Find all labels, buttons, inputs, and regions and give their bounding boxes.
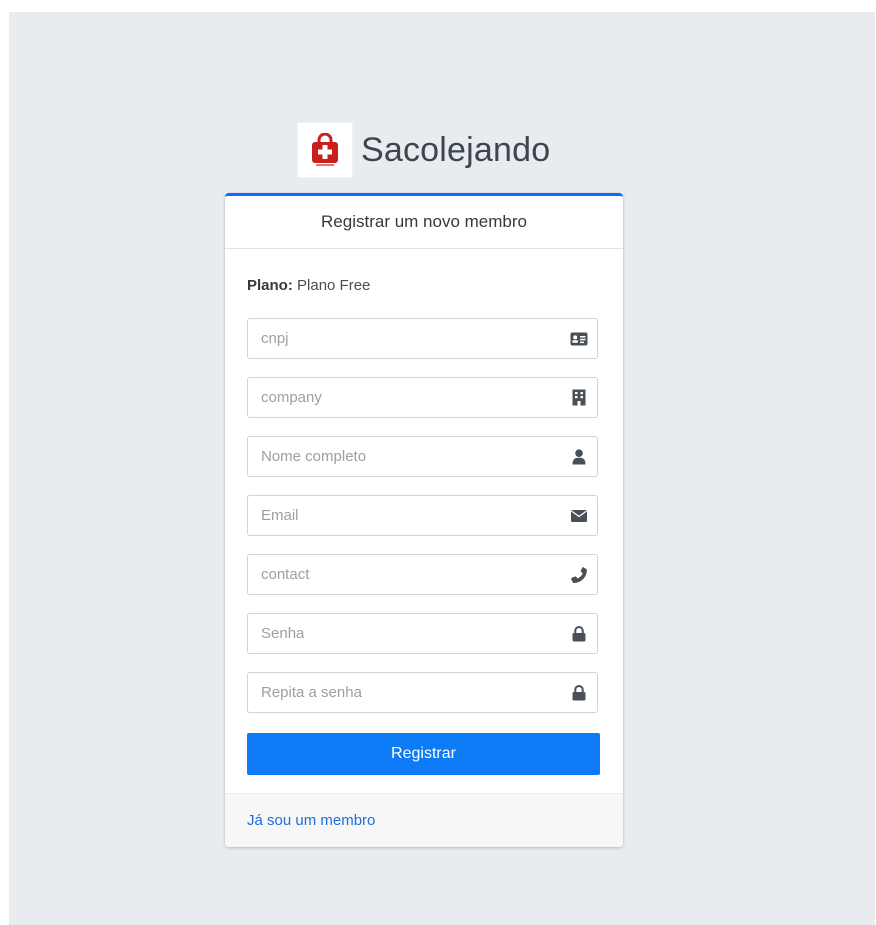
cnpj-input[interactable] [248,319,561,358]
plan-info: Plano: Plano Free [247,277,370,294]
password-input[interactable] [248,614,561,653]
lock-icon [561,673,597,712]
company-input[interactable] [248,378,561,417]
card-title: Registrar um novo membro [225,196,623,249]
id-card-icon [561,319,597,358]
cnpj-field [247,318,598,359]
contact-input[interactable] [248,555,561,594]
fullname-input[interactable] [248,437,561,476]
company-field [247,377,598,418]
brand-name: Sacolejando [361,130,551,169]
password-confirm-input[interactable] [248,673,561,712]
contact-field [247,554,598,595]
email-input[interactable] [248,496,561,535]
building-icon [561,378,597,417]
plan-label: Plano: [247,277,293,294]
password-field [247,613,598,654]
email-field [247,495,598,536]
register-button[interactable]: Registrar [247,733,600,775]
user-icon [561,437,597,476]
card-footer: Já sou um membro [225,793,623,847]
fullname-field [247,436,598,477]
lock-icon [561,614,597,653]
phone-icon [561,555,597,594]
shopping-bag-logo-icon [297,122,353,178]
password-confirm-field [247,672,598,713]
envelope-icon [561,496,597,535]
already-member-link[interactable]: Já sou um membro [247,812,375,829]
brand-header[interactable]: Sacolejando [297,122,597,178]
register-card: Registrar um novo membro Plano: Plano Fr… [225,193,623,847]
plan-value: Plano Free [297,277,371,294]
